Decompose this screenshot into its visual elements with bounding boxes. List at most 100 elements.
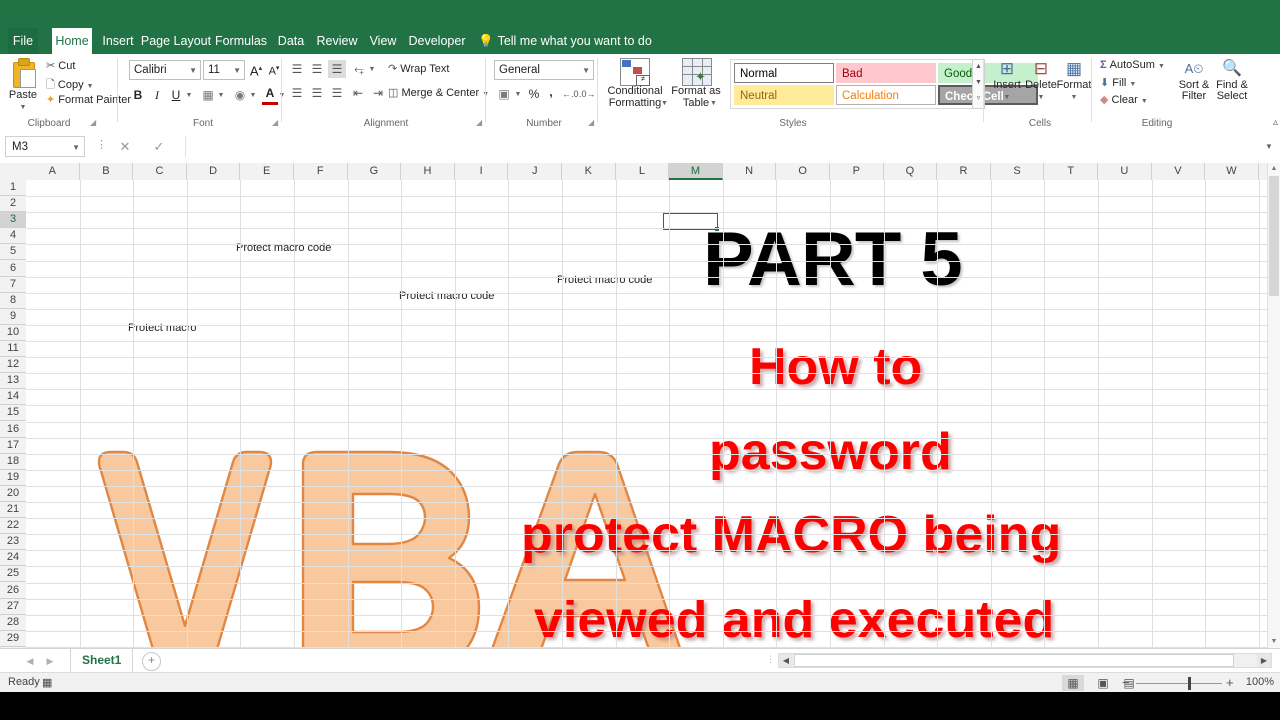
column-header-a[interactable]: A: [26, 163, 80, 180]
ribbon-tab-home[interactable]: Home: [52, 28, 92, 54]
column-header-m[interactable]: M: [669, 163, 723, 180]
scroll-right-icon[interactable]: ▶: [1257, 654, 1271, 667]
column-header-l[interactable]: L: [616, 163, 670, 180]
increase-decimal-button[interactable]: ←.0: [562, 85, 579, 103]
percent-format-button[interactable]: %: [526, 85, 542, 103]
column-header-f[interactable]: F: [294, 163, 348, 180]
chevron-down-icon[interactable]: ▼: [184, 87, 194, 105]
borders-button[interactable]: ▦: [200, 86, 216, 104]
align-top-button[interactable]: ☰: [288, 60, 306, 78]
align-left-button[interactable]: ☰: [288, 84, 306, 102]
font-color-button[interactable]: A: [262, 84, 278, 105]
column-header-q[interactable]: Q: [884, 163, 938, 180]
vertical-scrollbar[interactable]: ▲ ▼: [1267, 163, 1280, 648]
align-bottom-button[interactable]: ☰: [328, 60, 346, 78]
style-bad[interactable]: Bad: [836, 63, 936, 83]
orientation-button[interactable]: ⥆: [350, 60, 368, 78]
wrap-text-button[interactable]: ↷ Wrap Text: [388, 62, 449, 75]
column-header-j[interactable]: J: [508, 163, 562, 180]
check-icon[interactable]: ✓: [146, 136, 172, 157]
chevron-down-icon[interactable]: ▼: [1158, 63, 1165, 70]
chevron-down-icon[interactable]: ▼: [582, 61, 590, 81]
row-header-18[interactable]: 18: [0, 454, 26, 471]
find-select-button[interactable]: 🔍 Find & Select: [1212, 58, 1252, 102]
row-header-19[interactable]: 19: [0, 470, 26, 487]
align-center-button[interactable]: ☰: [308, 84, 326, 102]
column-header-w[interactable]: W: [1205, 163, 1259, 180]
row-header-28[interactable]: 28: [0, 615, 26, 632]
row-header-23[interactable]: 23: [0, 534, 26, 551]
row-header-4[interactable]: 4: [0, 228, 26, 245]
clear-button[interactable]: ◆ Clear ▼: [1100, 93, 1148, 106]
chevron-down-icon[interactable]: ▼: [661, 100, 668, 107]
ribbon-tab-insert[interactable]: Insert: [100, 28, 136, 54]
decrease-indent-button[interactable]: ⇤: [349, 84, 367, 102]
horizontal-scrollbar-grip[interactable]: ⋮: [766, 654, 775, 665]
italic-button[interactable]: I: [149, 86, 165, 104]
fill-color-button[interactable]: ◉: [232, 86, 248, 104]
decrease-decimal-button[interactable]: .0→: [579, 85, 596, 103]
row-header-10[interactable]: 10: [0, 325, 26, 342]
underline-button[interactable]: U: [168, 86, 184, 104]
row-header-2[interactable]: 2: [0, 196, 26, 213]
plus-circle-icon[interactable]: +: [142, 652, 161, 671]
row-header-16[interactable]: 16: [0, 422, 26, 439]
chevron-right-icon[interactable]: ▶: [42, 653, 58, 669]
bold-button[interactable]: B: [130, 86, 146, 104]
vertical-scrollbar-thumb[interactable]: [1269, 176, 1279, 296]
row-header-7[interactable]: 7: [0, 277, 26, 294]
chevron-down-icon[interactable]: ▼: [990, 94, 1024, 101]
font-size-input[interactable]: 11 ▼: [203, 60, 245, 80]
row-header-27[interactable]: 27: [0, 599, 26, 616]
column-header-k[interactable]: K: [562, 163, 616, 180]
chevron-down-icon[interactable]: ▼: [1141, 98, 1148, 105]
column-header-c[interactable]: C: [133, 163, 187, 180]
scroll-left-icon[interactable]: ◀: [779, 654, 793, 667]
chevron-down-icon[interactable]: ▼: [1129, 81, 1136, 88]
style-normal[interactable]: Normal: [734, 63, 834, 83]
row-header-11[interactable]: 11: [0, 341, 26, 358]
normal-view-button[interactable]: ▦: [1062, 675, 1084, 691]
expand-formula-bar-icon[interactable]: ▼: [1262, 136, 1276, 157]
ribbon-tab-file[interactable]: File: [8, 28, 38, 54]
horizontal-scrollbar-thumb[interactable]: [794, 654, 1234, 667]
chevron-down-icon[interactable]: ▼: [248, 87, 258, 105]
column-header-i[interactable]: I: [455, 163, 509, 180]
font-dialog-launcher[interactable]: ◢: [272, 118, 278, 127]
conditional-formatting-button[interactable]: Conditional Formatting: [602, 86, 668, 109]
comma-format-button[interactable]: ,: [544, 83, 558, 101]
row-header-29[interactable]: 29: [0, 631, 26, 648]
row-header-5[interactable]: 5: [0, 244, 26, 261]
scroll-down-icon[interactable]: ▼: [1268, 636, 1280, 648]
chevron-down-icon[interactable]: ▼: [87, 83, 94, 90]
alignment-dialog-launcher[interactable]: ◢: [476, 118, 482, 127]
name-box[interactable]: M3 ▼: [5, 136, 85, 157]
column-header-t[interactable]: T: [1044, 163, 1098, 180]
ribbon-tab-page-layout[interactable]: Page Layout: [140, 28, 212, 54]
style-neutral[interactable]: Neutral: [734, 85, 834, 105]
zoom-out-button[interactable]: −: [1122, 675, 1130, 690]
row-header-12[interactable]: 12: [0, 357, 26, 374]
ribbon-tab-view[interactable]: View: [366, 28, 400, 54]
paste-button[interactable]: Paste ▼: [3, 90, 43, 112]
autosum-button[interactable]: Σ AutoSum ▼: [1100, 59, 1165, 71]
chevron-down-icon[interactable]: ▼: [216, 87, 226, 105]
chevron-down-icon[interactable]: ▼: [233, 61, 241, 81]
row-header-26[interactable]: 26: [0, 583, 26, 600]
chevron-down-icon[interactable]: ▼: [513, 86, 523, 104]
scroll-up-icon[interactable]: ▲: [1268, 163, 1280, 175]
ribbon-tab-formulas[interactable]: Formulas: [214, 28, 268, 54]
number-dialog-launcher[interactable]: ◢: [588, 118, 594, 127]
accounting-format-button[interactable]: ▣: [495, 85, 513, 103]
row-header-24[interactable]: 24: [0, 550, 26, 567]
row-header-9[interactable]: 9: [0, 309, 26, 326]
column-header-n[interactable]: N: [723, 163, 777, 180]
ribbon-tab-review[interactable]: Review: [314, 28, 360, 54]
format-painter-button[interactable]: ✦ Format Painter: [46, 93, 131, 106]
sheet-tab-sheet1[interactable]: Sheet1: [70, 649, 134, 674]
row-header-3[interactable]: 3: [0, 212, 26, 229]
chevron-left-icon[interactable]: ◀: [22, 653, 38, 669]
chevron-down-icon[interactable]: ▼: [1056, 94, 1092, 101]
ribbon-tab-data[interactable]: Data: [274, 28, 308, 54]
row-header-17[interactable]: 17: [0, 438, 26, 455]
